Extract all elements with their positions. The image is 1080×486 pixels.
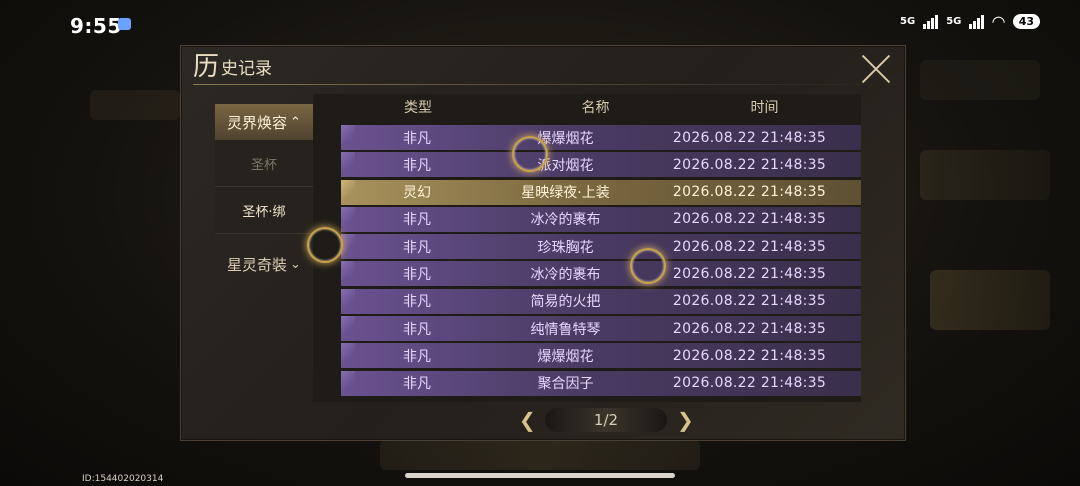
cell-type: 非凡 — [403, 239, 431, 256]
table-row[interactable]: 非凡 派对烟花 2026.08.22 21:48:35 — [341, 152, 861, 178]
table-row[interactable]: 灵幻 星映绿夜·上装 2026.08.22 21:48:35 — [341, 179, 861, 205]
pagination: ❮ 1/2 ❯ — [519, 408, 694, 432]
cell-type: 灵幻 — [403, 185, 431, 202]
cell-type: 非凡 — [403, 294, 431, 311]
cell-type: 非凡 — [403, 266, 431, 283]
background-panel — [920, 150, 1050, 200]
category-sidebar: 灵界焕容 ⌃ 圣杯 圣杯·绑 星灵奇裝 ⌄ — [215, 104, 313, 290]
prev-page-arrow-icon[interactable]: ❮ — [519, 408, 536, 432]
cell-time: 2026.08.22 21:48:35 — [672, 293, 827, 310]
background-panel — [380, 440, 700, 470]
cell-type: 非凡 — [403, 157, 431, 174]
signal-icon — [923, 14, 939, 29]
cell-time: 2026.08.22 21:48:35 — [672, 129, 827, 146]
network-type-2: 5G — [946, 16, 962, 27]
title-divider — [193, 84, 893, 85]
subcategory-item[interactable]: 圣杯·绑 — [215, 187, 313, 234]
cell-name: 冰冷的裹布 — [530, 212, 601, 229]
message-notification-icon — [118, 18, 131, 30]
background-panel — [920, 60, 1040, 100]
table-row[interactable]: 非凡 爆爆烟花 2026.08.22 21:48:35 — [341, 125, 861, 150]
table-header: 类型 名称 时间 — [313, 94, 861, 120]
header-time: 时间 — [750, 100, 779, 116]
subcategory-item[interactable]: 圣杯 — [215, 140, 313, 187]
cell-name: 简易的火把 — [530, 294, 601, 311]
header-type: 类型 — [404, 100, 432, 116]
cell-name: 珍珠胸花 — [537, 239, 594, 256]
cell-time: 2026.08.22 21:48:35 — [672, 238, 827, 255]
cell-type: 非凡 — [403, 321, 431, 338]
wifi-icon: ◠ — [992, 11, 1005, 31]
category-tab[interactable]: 星灵奇裝 ⌄ — [215, 238, 313, 290]
table-row[interactable]: 非凡 纯情鲁特琴 2026.08.22 21:48:35 — [341, 316, 861, 342]
cell-type: 非凡 — [403, 348, 431, 365]
next-page-arrow-icon[interactable]: ❯ — [677, 408, 694, 432]
cell-time: 2026.08.22 21:48:35 — [672, 184, 827, 201]
header-name: 名称 — [581, 100, 610, 116]
touch-ring-icon — [307, 227, 343, 263]
page-indicator: 1/2 — [545, 408, 667, 432]
category-tab-active[interactable]: 灵界焕容 ⌃ — [215, 104, 313, 140]
cell-name: 爆爆烟花 — [537, 348, 594, 365]
category-label: 灵界焕容 — [227, 113, 288, 132]
network-type-1: 5G — [900, 16, 916, 27]
chevron-down-icon: ⌄ — [290, 256, 301, 272]
history-dialog: 历 史记录 灵界焕容 ⌃ 圣杯 圣杯·绑 星灵奇裝 ⌄ 类型 名称 时间 非凡爆… — [180, 45, 906, 441]
touch-ring-icon — [512, 136, 548, 172]
table-row[interactable]: 非凡 爆爆烟花 2026.08.22 21:48:35 — [341, 343, 861, 369]
cell-type: 非凡 — [403, 376, 431, 393]
status-bar: 9:55 5G 5G ◠ 43 — [0, 0, 1080, 44]
cell-name: 纯情鲁特琴 — [530, 321, 601, 338]
cell-name: 聚合因子 — [537, 376, 594, 393]
dialog-title-rest: 史记录 — [221, 59, 273, 79]
cell-name: 星映绿夜·上装 — [521, 185, 610, 202]
table-row[interactable]: 非凡 简易的火把 2026.08.22 21:48:35 — [341, 288, 861, 314]
cell-time: 2026.08.22 21:48:35 — [672, 265, 827, 282]
dialog-title-initial: 历 — [193, 52, 220, 82]
cell-time: 2026.08.22 21:48:35 — [672, 347, 827, 364]
table-row[interactable]: 非凡 冰冷的裹布 2026.08.22 21:48:35 — [341, 261, 861, 287]
background-panel — [930, 270, 1050, 330]
dialog-title: 历 史记录 — [193, 52, 272, 82]
cell-type: 非凡 — [403, 212, 431, 229]
home-indicator[interactable] — [405, 473, 675, 478]
chevron-up-icon: ⌃ — [290, 114, 301, 130]
table-body: 非凡 爆爆烟花 2026.08.22 21:48:35 非凡 派对烟花 2026.08.… — [341, 125, 861, 398]
close-icon[interactable] — [859, 52, 893, 86]
cell-time: 2026.08.22 21:48:35 — [672, 320, 827, 337]
category-label: 星灵奇裝 — [227, 255, 288, 274]
touch-ring-icon — [630, 248, 666, 284]
cell-name: 冰冷的裹布 — [530, 266, 601, 283]
user-id-label: ID:154402020314 — [82, 474, 164, 484]
cell-time: 2026.08.22 21:48:35 — [672, 375, 827, 392]
cell-time: 2026.08.22 21:48:35 — [672, 211, 827, 228]
cell-time: 2026.08.22 21:48:35 — [672, 156, 827, 173]
signal-icon — [969, 14, 985, 29]
cell-type: 非凡 — [403, 130, 431, 147]
table-row[interactable]: 非凡 聚合因子 2026.08.22 21:48:35 — [341, 370, 861, 396]
status-icons: 5G 5G ◠ 43 — [900, 11, 1040, 31]
clock: 9:55 — [70, 14, 122, 38]
table-row[interactable]: 非凡 冰冷的裹布 2026.08.22 21:48:35 — [341, 206, 861, 232]
background-panel — [90, 90, 180, 120]
history-table: 类型 名称 时间 非凡 爆爆烟花 2026.08.22 21:48:35 非凡 派对烟… — [313, 94, 861, 402]
table-row[interactable]: 非凡 珍珠胸花 2026.08.22 21:48:35 — [341, 234, 861, 260]
battery-indicator: 43 — [1012, 14, 1040, 29]
